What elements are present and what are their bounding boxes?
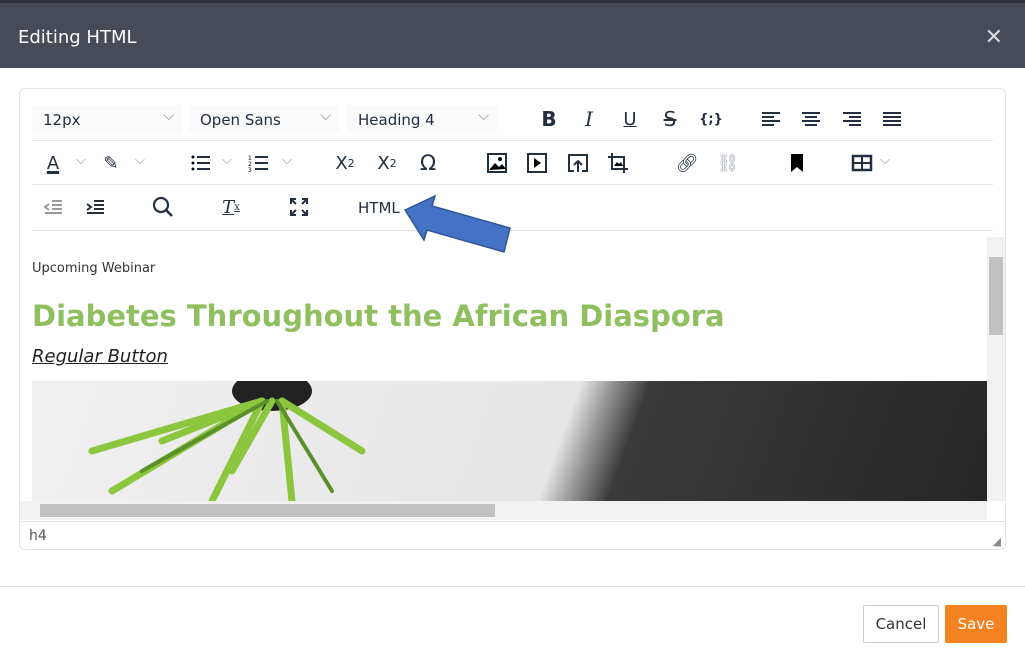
underline-icon[interactable]: U — [615, 105, 645, 133]
banner-image — [32, 371, 987, 501]
font-family-select[interactable]: Open Sans ⌵ — [189, 105, 339, 133]
upload-icon[interactable] — [563, 149, 593, 177]
toolbar-row-2: A ⌵ ✎ ⌵ ⌵ 123 ⌵ X2 X2 Ω 🔗︎ ⛓︎ ⌵ — [32, 141, 993, 185]
font-size-value: 12px — [43, 111, 81, 129]
search-icon[interactable] — [148, 193, 178, 221]
media-icon[interactable] — [522, 149, 552, 177]
align-center-icon[interactable] — [796, 105, 826, 133]
font-size-select[interactable]: 12px ⌵ — [32, 105, 182, 133]
scrollbar-thumb[interactable] — [989, 257, 1003, 335]
content-heading: Diabetes Throughout the African Diaspora — [32, 299, 725, 333]
editor-content[interactable]: Upcoming Webinar Diabetes Throughout the… — [20, 237, 987, 501]
footer-divider — [0, 586, 1025, 587]
horizontal-scrollbar[interactable] — [20, 501, 987, 520]
italic-icon[interactable]: I — [574, 105, 604, 133]
regular-button-link[interactable]: Regular Button — [32, 346, 168, 367]
bookmark-icon[interactable] — [782, 149, 812, 177]
link-icon[interactable]: 🔗︎ — [672, 149, 702, 177]
outdent-icon[interactable] — [38, 193, 68, 221]
text-color-icon[interactable]: A — [38, 149, 68, 177]
dialog-title: Editing HTML — [18, 27, 137, 48]
crop-image-icon[interactable] — [603, 149, 633, 177]
bold-icon[interactable]: B — [534, 105, 564, 133]
fullscreen-icon[interactable] — [284, 193, 314, 221]
resize-handle-icon[interactable]: ◢ — [993, 535, 1001, 548]
eyebrow-text: Upcoming Webinar — [32, 261, 156, 276]
plant-image-icon — [88, 371, 366, 501]
clear-formatting-icon[interactable]: Tx — [216, 193, 246, 221]
vertical-scrollbar[interactable] — [987, 237, 1005, 501]
unlink-icon[interactable]: ⛓︎ — [713, 149, 743, 177]
chevron-down-icon[interactable]: ⌵ — [222, 153, 232, 168]
chevron-down-icon[interactable]: ⌵ — [135, 153, 145, 168]
chevron-down-icon[interactable]: ⌵ — [282, 153, 292, 168]
chevron-down-icon[interactable]: ⌵ — [76, 153, 86, 168]
chevron-down-icon: ⌵ — [163, 108, 174, 124]
save-button[interactable]: Save — [945, 605, 1007, 643]
strikethrough-icon[interactable]: S — [655, 105, 685, 133]
block-format-select[interactable]: Heading 4 ⌵ — [347, 105, 497, 133]
subscript-icon[interactable]: X2 — [330, 149, 360, 177]
cancel-button[interactable]: Cancel — [863, 605, 939, 643]
dialog-header: Editing HTML ✕ — [0, 0, 1025, 68]
scrollbar-thumb[interactable] — [40, 504, 495, 517]
align-right-icon[interactable] — [837, 105, 867, 133]
chevron-down-icon: ⌵ — [320, 108, 331, 124]
indent-icon[interactable] — [80, 193, 110, 221]
close-icon[interactable]: ✕ — [985, 25, 1003, 50]
status-bar: h4 ◢ — [20, 521, 1005, 549]
numbered-list-icon[interactable]: 123 — [244, 149, 274, 177]
font-family-value: Open Sans — [200, 111, 281, 129]
superscript-icon[interactable]: X2 — [372, 149, 402, 177]
element-path[interactable]: h4 — [29, 528, 47, 544]
block-format-value: Heading 4 — [358, 111, 435, 129]
chevron-down-icon: ⌵ — [478, 108, 489, 124]
highlight-color-icon[interactable]: ✎ — [96, 149, 126, 177]
html-source-button[interactable]: HTML — [358, 199, 400, 217]
table-icon[interactable] — [847, 149, 877, 177]
bullet-list-icon[interactable] — [186, 149, 216, 177]
editor: 12px ⌵ Open Sans ⌵ Heading 4 ⌵ B I U S {;} … — [19, 88, 1006, 550]
chevron-down-icon[interactable]: ⌵ — [880, 153, 890, 168]
code-icon[interactable]: {;} — [696, 105, 726, 133]
svg-text:3: 3 — [248, 167, 252, 174]
special-character-icon[interactable]: Ω — [413, 149, 443, 177]
annotation-arrow-icon — [403, 194, 511, 253]
align-justify-icon[interactable] — [877, 105, 907, 133]
image-icon[interactable] — [482, 149, 512, 177]
align-left-icon[interactable] — [756, 105, 786, 133]
toolbar-row-1: 12px ⌵ Open Sans ⌵ Heading 4 ⌵ B I U S {;} — [32, 97, 993, 141]
